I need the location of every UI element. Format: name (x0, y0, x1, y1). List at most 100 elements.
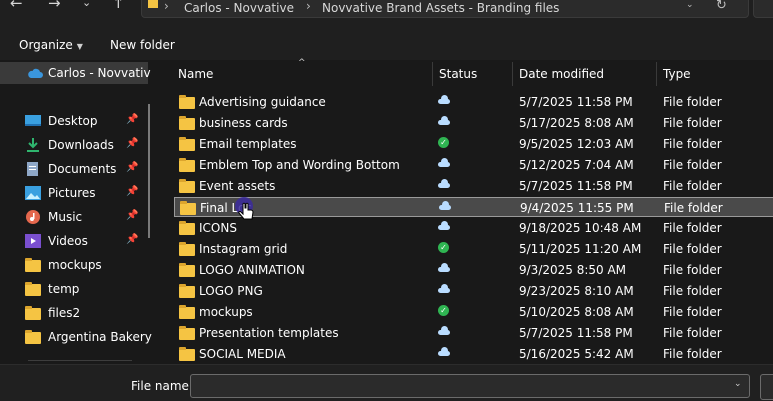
date-modified: 5/16/2025 5:42 AM (519, 347, 634, 361)
folder-icon (179, 179, 195, 193)
column-header-date-modified[interactable]: Date modified (519, 67, 604, 81)
date-modified: 9/4/2025 11:55 PM (520, 201, 634, 215)
sync-check-icon: ✓ (438, 305, 450, 317)
table-row[interactable]: Event assets 5/7/2025 11:58 PM File folder (174, 176, 773, 196)
sidebar-scrollbar[interactable] (148, 104, 150, 238)
pin-icon[interactable]: 📌 (126, 162, 138, 173)
file-name: business cards (199, 116, 288, 130)
back-arrow-icon[interactable]: ← (10, 0, 23, 14)
sidebar-item-documents[interactable]: Documents 📌 (0, 158, 148, 180)
folder-location-icon (148, 0, 158, 8)
sidebar-item-label: Carlos - Novvativ (48, 66, 151, 80)
file-name: Presentation templates (199, 326, 339, 340)
file-type: File folder (663, 116, 722, 130)
sort-ascending-icon: ^ (298, 58, 306, 68)
column-header-status[interactable]: Status (439, 67, 477, 81)
column-header-name[interactable]: Name (178, 67, 213, 81)
table-row[interactable]: Emblem Top and Wording Bottom 5/12/2025 7… (174, 155, 773, 175)
recent-chevron-icon[interactable]: ⌄ (82, 0, 91, 14)
sidebar-item-label: mockups (48, 258, 102, 272)
column-header-type[interactable]: Type (663, 67, 691, 81)
file-name: SOCIAL MEDIA (199, 347, 286, 361)
music-icon (26, 210, 40, 224)
column-divider[interactable] (512, 62, 513, 86)
sidebar-item-onedrive[interactable]: Carlos - Novvativ (0, 62, 151, 84)
date-modified: 9/3/2025 8:50 AM (519, 263, 627, 277)
pin-icon[interactable]: 📌 (126, 138, 138, 149)
table-row[interactable]: LOGO ANIMATION 9/3/2025 8:50 AM File folde… (174, 260, 773, 280)
refresh-icon[interactable]: ↻ (716, 0, 727, 13)
pin-icon[interactable]: 📌 (126, 234, 138, 245)
table-row[interactable]: Presentation templates 5/7/2025 11:58 PM F… (174, 323, 773, 343)
organize-menu[interactable]: Organize ▼ (19, 38, 83, 52)
sidebar-item-temp[interactable]: temp (0, 278, 148, 300)
pin-icon[interactable]: 📌 (126, 114, 138, 125)
date-modified: 9/5/2025 12:03 AM (519, 137, 634, 151)
folder-icon (179, 242, 195, 256)
address-dropdown-icon[interactable]: ⌄ (686, 0, 694, 10)
command-bar: Organize ▼ New folder (0, 30, 773, 60)
pin-icon[interactable]: 📌 (126, 210, 138, 221)
pin-icon[interactable]: 📌 (126, 186, 138, 197)
file-name-input[interactable] (190, 374, 750, 398)
table-row[interactable]: LOGO PNG 9/23/2025 8:10 AM File folder (174, 281, 773, 301)
onedrive-cloud-icon (28, 68, 43, 78)
cloud-status-icon (438, 263, 450, 275)
date-modified: 5/7/2025 11:58 PM (519, 95, 633, 109)
date-modified: 9/18/2025 10:48 AM (519, 221, 642, 235)
sidebar-item-label: Documents (48, 162, 117, 176)
file-type: File folder (663, 326, 722, 340)
sidebar-item-music[interactable]: Music 📌 (0, 206, 148, 228)
sidebar-item-argentina-bakery[interactable]: Argentina Bakery (0, 326, 152, 348)
sidebar-item-label: Argentina Bakery (48, 330, 152, 344)
sidebar-divider (28, 360, 132, 361)
file-type-filter[interactable] (760, 374, 773, 400)
search-box[interactable] (753, 0, 773, 18)
sidebar-item-videos[interactable]: Videos 📌 (0, 230, 148, 252)
breadcrumb-root[interactable]: Carlos - Novvative (184, 1, 294, 15)
sidebar-item-mockups[interactable]: mockups (0, 254, 148, 276)
column-divider[interactable] (656, 62, 657, 86)
cloud-status-icon (438, 221, 450, 233)
file-type: File folder (663, 284, 722, 298)
sidebar-item-label: Downloads (48, 138, 114, 152)
sidebar-item-files2[interactable]: files2 (0, 302, 148, 324)
date-modified: 5/7/2025 11:58 PM (519, 179, 633, 193)
address-field[interactable]: › Carlos - Novvative › Novvative Brand A… (141, 0, 749, 18)
date-modified: 9/23/2025 8:10 AM (519, 284, 634, 298)
folder-icon (179, 284, 195, 298)
file-name: Emblem Top and Wording Bottom (199, 158, 400, 172)
sync-check-icon: ✓ (438, 242, 450, 254)
folder-icon (179, 263, 195, 277)
breadcrumb-current[interactable]: Novvative Brand Assets - Branding files (322, 1, 559, 15)
new-folder-button[interactable]: New folder (110, 38, 175, 52)
folder-icon (179, 221, 195, 235)
documents-icon (27, 162, 38, 176)
table-row[interactable]: Final Loc 9/4/2025 11:55 PM File folder (174, 197, 773, 217)
sidebar-item-label: Pictures (48, 186, 96, 200)
sidebar-item-label: Videos (48, 234, 88, 248)
sidebar-item-pictures[interactable]: Pictures 📌 (0, 182, 148, 204)
table-row[interactable]: business cards 5/17/2025 8:08 AM File fold… (174, 113, 773, 133)
file-type: File folder (663, 137, 722, 151)
forward-arrow-icon[interactable]: → (48, 0, 61, 14)
file-type: File folder (663, 305, 722, 319)
file-type: File folder (663, 221, 722, 235)
table-row[interactable]: Email templates ✓ 9/5/2025 12:03 AM File fo… (174, 134, 773, 154)
file-type: File folder (663, 242, 722, 256)
table-row[interactable]: ICONS 9/18/2025 10:48 AM File folder (174, 218, 773, 238)
up-arrow-icon[interactable]: ↑ (112, 0, 125, 14)
column-divider[interactable] (432, 62, 433, 86)
table-row[interactable]: mockups ✓ 5/10/2025 8:08 AM File folder (174, 302, 773, 322)
file-name-dropdown-icon[interactable]: ⌄ (734, 379, 742, 389)
hand-pointer-cursor-icon (235, 197, 254, 220)
cloud-status-icon (438, 347, 450, 359)
sidebar-item-downloads[interactable]: Downloads 📌 (0, 134, 148, 156)
file-name-label: File name: (131, 379, 193, 393)
table-row[interactable]: Instagram grid ✓ 5/11/2025 11:20 AM File fo… (174, 239, 773, 259)
table-row[interactable]: SOCIAL MEDIA 5/16/2025 5:42 AM File folder (174, 344, 773, 364)
table-row[interactable]: Advertising guidance 5/7/2025 11:58 PM Fil… (174, 92, 773, 112)
sidebar-item-desktop[interactable]: Desktop 📌 (0, 110, 148, 132)
folder-icon (179, 347, 195, 361)
desktop-icon (25, 115, 41, 126)
